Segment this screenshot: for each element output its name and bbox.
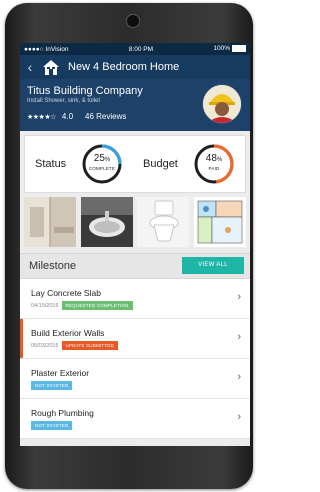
status-badge: NOT STARTED: [31, 421, 73, 430]
milestone-title-text: Build Exterior Walls: [31, 328, 105, 338]
carrier-text: ●●●●○ InVision: [24, 45, 69, 53]
star-rating-icon: ★★★★☆: [27, 113, 56, 121]
battery-icon: [231, 45, 246, 53]
milestone-title-text: Plaster Exterior: [31, 368, 90, 378]
photo-strip: [24, 197, 246, 247]
chevron-right-icon: ›: [237, 331, 241, 343]
status-badge: UPDATE SUBMITTED: [61, 341, 118, 350]
status-ring-text: 25% COMPLETE: [80, 142, 124, 186]
avatar[interactable]: [202, 84, 242, 124]
camera-icon: [126, 14, 140, 28]
milestone-row-rough-plumbing[interactable]: Rough Plumbing NOT STARTED ›: [20, 399, 250, 439]
reviews-link[interactable]: 46 Reviews: [85, 112, 126, 121]
clock-text: 8:00 PM: [128, 45, 154, 53]
chevron-right-icon: ›: [237, 411, 241, 423]
milestone-title-text: Rough Plumbing: [31, 408, 94, 418]
milestone-meta: 04/15/2016 REQUESTED COMPLETION: [31, 301, 133, 310]
nav-bar: ‹ New 4 Bedroom Home: [20, 55, 250, 79]
photo-thumbnail-floorplan[interactable]: [193, 197, 246, 247]
phone-frame: ●●●●○ InVision 8:00 PM 100% ‹ New 4 Bedr…: [5, 3, 253, 489]
app-screen: ●●●●○ InVision 8:00 PM 100% ‹ New 4 Bedr…: [20, 43, 250, 446]
job-description: Install Shower, sink, & toilet: [27, 98, 101, 104]
chevron-right-icon: ›: [237, 371, 241, 383]
photo-thumbnail-toilet[interactable]: [137, 197, 190, 247]
row-accent: [20, 359, 23, 398]
row-accent: [20, 399, 23, 438]
milestone-title-text: Lay Concrete Slab: [31, 288, 101, 298]
milestone-title: Milestone: [29, 260, 77, 272]
status-percent-unit: %: [104, 157, 111, 163]
chevron-left-icon[interactable]: ‹: [20, 59, 40, 75]
status-sub: COMPLETE: [88, 166, 116, 171]
view-all-button[interactable]: VIEW ALL: [182, 257, 244, 274]
row-accent: [20, 279, 23, 318]
rating-row: ★★★★☆ 4.0 46 Reviews: [27, 112, 126, 121]
budget-percent: 48: [205, 153, 217, 164]
milestone-header: Milestone VIEW ALL: [20, 253, 250, 279]
budget-label: Budget: [143, 158, 178, 170]
milestone-date: 05/03/2016: [31, 342, 59, 349]
battery-indicator: 100%: [213, 45, 246, 53]
photo-thumbnail-sink[interactable]: [80, 197, 133, 247]
photo-thumbnail-shower[interactable]: [24, 197, 76, 247]
status-badge: NOT STARTED: [31, 381, 73, 390]
phone-chin: [20, 446, 250, 489]
milestone-row-build-exterior-walls[interactable]: Build Exterior Walls 05/03/2016 UPDATE S…: [20, 319, 250, 359]
page-title: New 4 Bedroom Home: [68, 61, 180, 73]
company-name: Titus Building Company: [27, 85, 143, 97]
chevron-right-icon: ›: [237, 291, 241, 303]
milestone-row-lay-concrete-slab[interactable]: Lay Concrete Slab 04/15/2016 REQUESTED C…: [20, 279, 250, 319]
status-label: Status: [35, 158, 67, 170]
milestone-meta: 05/03/2016 UPDATE SUBMITTED: [31, 341, 118, 350]
milestone-meta: NOT STARTED: [31, 421, 73, 430]
status-bar: ●●●●○ InVision 8:00 PM 100%: [20, 43, 250, 55]
budget-ring-text: 48% PAID: [192, 142, 236, 186]
company-header[interactable]: Titus Building Company Install Shower, s…: [20, 79, 250, 131]
rating-value: 4.0: [61, 112, 74, 121]
progress-summary: Status 25% COMPLETE Budget 48% PAID: [24, 135, 246, 193]
milestone-meta: NOT STARTED: [31, 381, 73, 390]
budget-sub: PAID: [208, 166, 220, 171]
house-icon: [40, 57, 62, 77]
status-percent: 25: [93, 153, 105, 164]
status-badge: REQUESTED COMPLETION: [61, 301, 133, 310]
milestone-row-plaster-exterior[interactable]: Plaster Exterior NOT STARTED ›: [20, 359, 250, 399]
row-accent: [20, 319, 23, 358]
budget-percent-unit: %: [216, 157, 223, 163]
battery-text: 100%: [213, 45, 230, 53]
milestone-date: 04/15/2016: [31, 302, 59, 309]
